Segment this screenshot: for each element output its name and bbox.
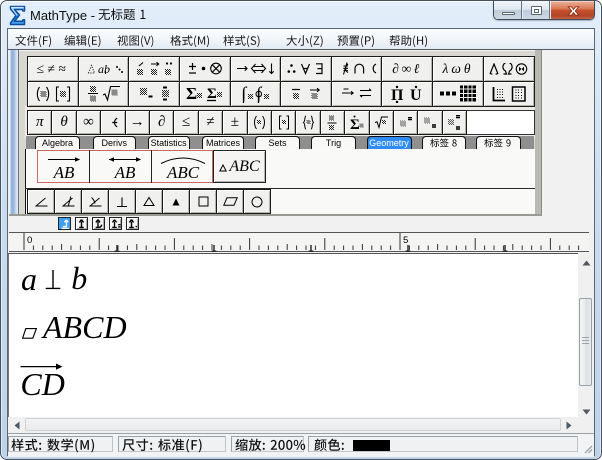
svg-text:U: U [410,87,422,103]
svg-text:0: 0 [27,235,32,246]
svg-text:Π: Π [391,87,404,103]
svg-text:Σ: Σ [186,85,197,102]
svg-text:Σ: Σ [350,117,360,131]
svg-text:5: 5 [403,235,408,246]
svg-text:ab: ab [98,62,110,76]
svg-text:Σ: Σ [207,86,217,102]
svg-text:∫: ∫ [241,85,248,103]
